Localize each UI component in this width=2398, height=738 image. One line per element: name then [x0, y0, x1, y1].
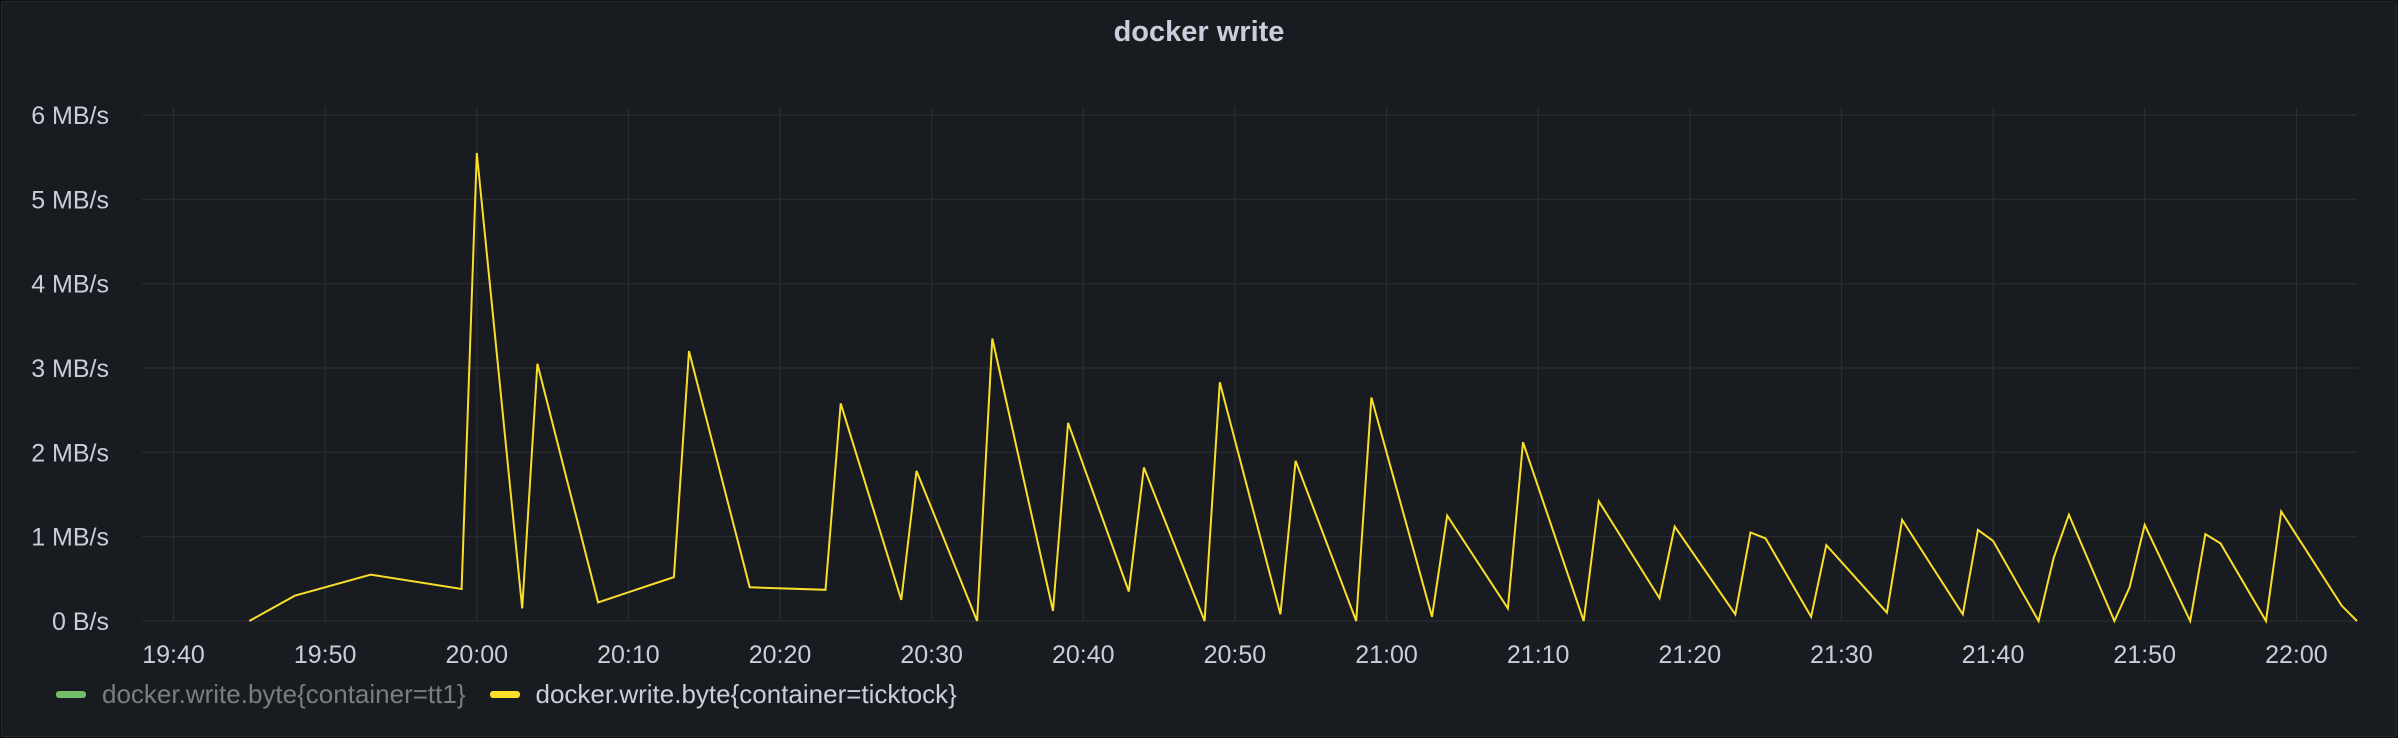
- data-point[interactable]: [1444, 513, 1450, 519]
- x-tick-label: 19:50: [294, 641, 357, 669]
- data-point[interactable]: [246, 618, 252, 624]
- data-point[interactable]: [989, 336, 995, 342]
- x-tick-label: 21:30: [1810, 641, 1873, 669]
- data-point[interactable]: [1581, 618, 1587, 624]
- x-tick-label: 20:30: [900, 641, 963, 669]
- y-tick-label: 1 MB/s: [31, 524, 109, 552]
- y-tick-label: 5 MB/s: [31, 186, 109, 214]
- legend-swatch: [489, 691, 520, 698]
- data-point[interactable]: [1505, 605, 1511, 611]
- y-tick-label: 0 B/s: [52, 608, 109, 636]
- x-tick-label: 20:00: [445, 641, 508, 669]
- data-point[interactable]: [2354, 618, 2360, 624]
- y-tick-label: 3 MB/s: [31, 355, 109, 383]
- data-point[interactable]: [1293, 458, 1299, 464]
- x-tick-label: 21:20: [1659, 641, 1722, 669]
- data-point[interactable]: [292, 593, 298, 599]
- data-point[interactable]: [1202, 618, 1208, 624]
- data-point[interactable]: [2202, 531, 2208, 537]
- data-point[interactable]: [2127, 584, 2133, 590]
- chart-legend: docker.write.byte{container=tt1} docker.w…: [56, 679, 981, 710]
- legend-label: docker.write.byte{container=tt1}: [102, 679, 466, 709]
- data-point[interactable]: [686, 348, 692, 354]
- data-point[interactable]: [1277, 611, 1283, 617]
- data-point[interactable]: [2263, 618, 2269, 624]
- data-point[interactable]: [1808, 614, 1814, 620]
- data-point[interactable]: [2051, 555, 2057, 561]
- data-point[interactable]: [1050, 608, 1056, 614]
- data-point[interactable]: [1960, 611, 1966, 617]
- x-tick-label: 19:40: [142, 641, 205, 669]
- x-tick-label: 21:00: [1355, 641, 1418, 669]
- data-point[interactable]: [1217, 379, 1223, 385]
- data-point[interactable]: [2111, 618, 2117, 624]
- x-tick-label: 21:40: [1962, 641, 2025, 669]
- data-point[interactable]: [519, 605, 525, 611]
- data-point[interactable]: [823, 587, 829, 593]
- data-point[interactable]: [2066, 512, 2072, 518]
- data-point[interactable]: [1748, 530, 1754, 536]
- data-point[interactable]: [914, 468, 920, 474]
- x-tick-label: 20:20: [749, 641, 812, 669]
- y-tick-label: 6 MB/s: [31, 102, 109, 130]
- legend-item[interactable]: docker.write.byte{container=tt1}: [56, 679, 466, 710]
- data-point[interactable]: [2278, 508, 2284, 514]
- legend-label: docker.write.byte{container=ticktock}: [535, 679, 957, 709]
- data-point[interactable]: [534, 361, 540, 367]
- series-line-1[interactable]: [248, 152, 2358, 625]
- y-tick-label: 2 MB/s: [31, 439, 109, 467]
- data-point[interactable]: [1732, 611, 1738, 617]
- data-point[interactable]: [1596, 498, 1602, 504]
- data-point[interactable]: [1657, 595, 1663, 601]
- y-tick-label: 4 MB/s: [31, 271, 109, 299]
- data-point[interactable]: [671, 574, 677, 580]
- data-point[interactable]: [1520, 439, 1526, 445]
- data-point[interactable]: [747, 584, 753, 590]
- x-tick-label: 22:00: [2265, 641, 2328, 669]
- legend-item[interactable]: docker.write.byte{container=ticktock}: [489, 679, 957, 710]
- data-point[interactable]: [1990, 538, 1996, 544]
- series-layer: [246, 150, 2360, 625]
- x-tick-label: 20:50: [1204, 641, 1267, 669]
- data-point[interactable]: [1899, 517, 1905, 523]
- x-tick-label: 21:50: [2113, 641, 2176, 669]
- data-point[interactable]: [1884, 610, 1890, 616]
- y-axis: 0 B/s 1 MB/s 2 MB/s 3 MB/s 4 MB/s 5 MB/s 6 MB/…: [31, 102, 109, 636]
- data-point[interactable]: [1141, 465, 1147, 471]
- data-point[interactable]: [1975, 527, 1981, 533]
- data-point[interactable]: [1065, 420, 1071, 426]
- data-point[interactable]: [2187, 618, 2193, 624]
- data-point[interactable]: [2142, 522, 2148, 528]
- data-point[interactable]: [474, 150, 480, 156]
- data-point[interactable]: [1672, 524, 1678, 530]
- chart-panel: docker write 0 B/s 1 MB/s 2 MB/s 3 MB/s 4 MB…: [1, 1, 2397, 737]
- data-point[interactable]: [2036, 618, 2042, 624]
- x-tick-label: 21:10: [1507, 641, 1570, 669]
- chart-grid: [142, 107, 2357, 622]
- legend-swatch: [56, 691, 86, 698]
- x-tick-label: 20:10: [597, 641, 660, 669]
- data-point[interactable]: [1126, 589, 1132, 595]
- data-point[interactable]: [2339, 603, 2345, 609]
- data-point[interactable]: [368, 572, 374, 578]
- data-point[interactable]: [1823, 542, 1829, 548]
- data-point[interactable]: [974, 618, 980, 624]
- data-point[interactable]: [1368, 395, 1374, 401]
- x-tick-label: 20:40: [1052, 641, 1115, 669]
- data-point[interactable]: [1353, 618, 1359, 624]
- data-point[interactable]: [2218, 540, 2224, 546]
- data-point[interactable]: [898, 597, 904, 603]
- data-point[interactable]: [1429, 614, 1435, 620]
- line-chart: 0 B/s 1 MB/s 2 MB/s 3 MB/s 4 MB/s 5 MB/s 6 MB/…: [31, 102, 2360, 669]
- x-axis: 19:40 19:50 20:00 20:10 20:20 20:30 20:40 20:50…: [142, 641, 2327, 669]
- data-point[interactable]: [595, 599, 601, 605]
- data-point[interactable]: [838, 400, 844, 406]
- data-point[interactable]: [459, 586, 465, 592]
- data-point[interactable]: [1763, 535, 1769, 541]
